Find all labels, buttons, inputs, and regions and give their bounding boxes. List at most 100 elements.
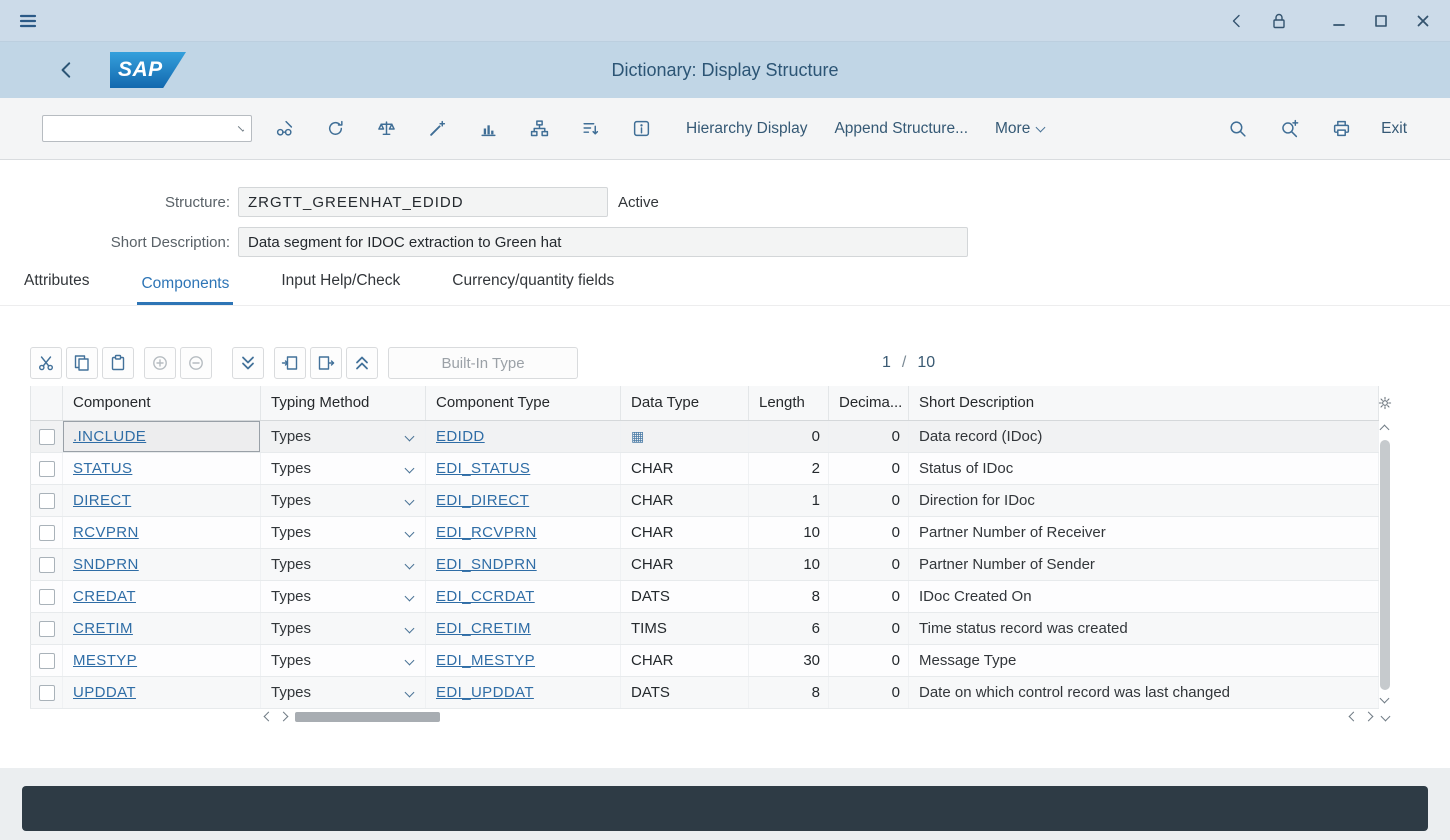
typing-method-select[interactable]: Types (271, 684, 415, 701)
refresh-icon[interactable] (317, 111, 353, 147)
row-checkbox[interactable] (39, 621, 55, 637)
row-checkbox[interactable] (39, 461, 55, 477)
display-change-icon[interactable] (266, 111, 302, 147)
information-icon[interactable] (623, 111, 659, 147)
table-row[interactable]: .INCLUDE Types EDIDD ▦ 0 0 Data record (… (31, 420, 1379, 452)
component-link[interactable]: .INCLUDE (73, 428, 146, 445)
back-navigation-icon[interactable] (50, 53, 84, 87)
hierarchy-icon[interactable] (521, 111, 557, 147)
typing-method-select[interactable]: Types (271, 556, 415, 573)
component-type-link[interactable]: EDI_MESTYP (436, 652, 535, 669)
component-type-link[interactable]: EDI_CCRDAT (436, 588, 535, 605)
scroll-down-icon[interactable] (1380, 694, 1390, 704)
row-checkbox[interactable] (39, 557, 55, 573)
minimize-icon[interactable] (1324, 6, 1354, 36)
scroll-left-end-icon[interactable] (1349, 712, 1359, 722)
position-separator: / (902, 354, 906, 372)
component-link[interactable]: STATUS (73, 460, 132, 477)
component-type-link[interactable]: EDI_SNDPRN (436, 556, 537, 573)
row-checkbox[interactable] (39, 653, 55, 669)
search-icon[interactable] (1219, 111, 1255, 147)
component-link[interactable]: DIRECT (73, 492, 131, 509)
typing-method-select[interactable]: Types (271, 652, 415, 669)
tab-input-help-check[interactable]: Input Help/Check (277, 272, 404, 305)
scroll-corner-down-icon[interactable] (1381, 712, 1391, 722)
scroll-right-icon[interactable] (279, 712, 289, 722)
data-type-value: CHAR (631, 556, 674, 573)
built-in-type-button[interactable]: Built-In Type (388, 347, 578, 379)
component-type-link[interactable]: EDIDD (436, 428, 485, 445)
table-settings-gear-icon[interactable] (1378, 393, 1392, 413)
horizontal-scrollbar[interactable] (30, 708, 1392, 726)
component-type-link[interactable]: EDI_CRETIM (436, 620, 531, 637)
typing-method-select[interactable]: Types (271, 460, 415, 477)
tab-currency-quantity-fields[interactable]: Currency/quantity fields (448, 272, 618, 305)
add-row-icon[interactable] (144, 347, 176, 379)
table-row[interactable]: CRETIM Types EDI_CRETIM TIMS 6 0 Time st… (31, 612, 1379, 644)
scroll-right-end-icon[interactable] (1364, 712, 1374, 722)
table-row[interactable]: UPDDAT Types EDI_UPDDAT DATS 8 0 Date on… (31, 676, 1379, 708)
table-row[interactable]: CREDAT Types EDI_CCRDAT DATS 8 0 IDoc Cr… (31, 580, 1379, 612)
typing-method-select[interactable]: Types (271, 492, 415, 509)
component-type-link[interactable]: EDI_RCVPRN (436, 524, 537, 541)
component-type-link[interactable]: EDI_DIRECT (436, 492, 529, 509)
command-input[interactable] (43, 116, 240, 141)
short-description-field[interactable]: Data segment for IDOC extraction to Gree… (238, 227, 968, 257)
scroll-up-icon[interactable] (1380, 425, 1390, 435)
delete-line-icon[interactable] (310, 347, 342, 379)
command-field[interactable] (42, 115, 252, 142)
hamburger-menu-icon[interactable] (12, 6, 44, 36)
page-up-icon[interactable] (346, 347, 378, 379)
component-link[interactable]: CREDAT (73, 588, 136, 605)
row-checkbox[interactable] (39, 429, 55, 445)
activate-icon[interactable] (419, 111, 455, 147)
print-icon[interactable] (1323, 111, 1359, 147)
maximize-icon[interactable] (1366, 6, 1396, 36)
consistency-check-icon[interactable] (368, 111, 404, 147)
hierarchy-display-button[interactable]: Hierarchy Display (686, 120, 807, 138)
row-checkbox[interactable] (39, 493, 55, 509)
tab-components[interactable]: Components (137, 275, 233, 305)
table-row[interactable]: DIRECT Types EDI_DIRECT CHAR 1 0 Directi… (31, 484, 1379, 516)
paste-icon[interactable] (102, 347, 134, 379)
table-row[interactable]: MESTYP Types EDI_MESTYP CHAR 30 0 Messag… (31, 644, 1379, 676)
row-checkbox[interactable] (39, 685, 55, 701)
component-link[interactable]: RCVPRN (73, 524, 139, 541)
more-button[interactable]: More (995, 120, 1044, 138)
typing-method-select[interactable]: Types (271, 524, 415, 541)
row-checkbox[interactable] (39, 589, 55, 605)
component-link[interactable]: UPDDAT (73, 684, 136, 701)
component-link[interactable]: MESTYP (73, 652, 137, 669)
page-down-icon[interactable] (232, 347, 264, 379)
scroll-left-icon[interactable] (264, 712, 274, 722)
copy-icon[interactable] (66, 347, 98, 379)
runtime-object-icon[interactable] (470, 111, 506, 147)
table-row[interactable]: SNDPRN Types EDI_SNDPRN CHAR 10 0 Partne… (31, 548, 1379, 580)
typing-method-select[interactable]: Types (271, 588, 415, 605)
cut-icon[interactable] (30, 347, 62, 379)
component-type-link[interactable]: EDI_UPDDAT (436, 684, 534, 701)
component-link[interactable]: CRETIM (73, 620, 133, 637)
insert-line-icon[interactable] (274, 347, 306, 379)
remove-row-icon[interactable] (180, 347, 212, 379)
close-icon[interactable] (1408, 6, 1438, 36)
typing-method-select[interactable]: Types (271, 428, 415, 445)
vertical-scroll-thumb[interactable] (1380, 440, 1390, 690)
append-structure-button[interactable]: Append Structure... (834, 120, 968, 138)
tree-display-icon[interactable] (572, 111, 608, 147)
search-plus-icon[interactable] (1271, 111, 1307, 147)
back-icon[interactable] (1222, 6, 1252, 36)
exit-button[interactable]: Exit (1381, 120, 1407, 138)
component-type-link[interactable]: EDI_STATUS (436, 460, 530, 477)
typing-method-select[interactable]: Types (271, 620, 415, 637)
table-row[interactable]: STATUS Types EDI_STATUS CHAR 2 0 Status … (31, 452, 1379, 484)
tab-attributes[interactable]: Attributes (20, 272, 93, 305)
vertical-scrollbar[interactable] (1378, 420, 1392, 708)
table-row[interactable]: RCVPRN Types EDI_RCVPRN CHAR 10 0 Partne… (31, 516, 1379, 548)
short-description-value: Direction for IDoc (909, 484, 1379, 516)
horizontal-scroll-thumb[interactable] (295, 712, 440, 722)
lock-icon[interactable] (1264, 6, 1294, 36)
structure-field[interactable]: ZRGTT_GREENHAT_EDIDD (238, 187, 608, 217)
component-link[interactable]: SNDPRN (73, 556, 139, 573)
row-checkbox[interactable] (39, 525, 55, 541)
